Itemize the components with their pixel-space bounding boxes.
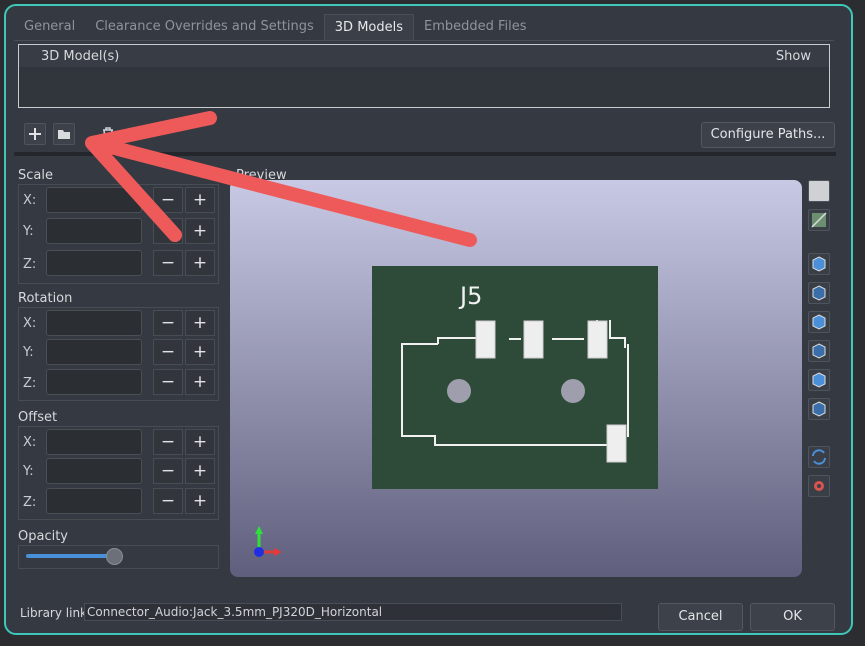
annotation-arrow (85, 111, 477, 247)
